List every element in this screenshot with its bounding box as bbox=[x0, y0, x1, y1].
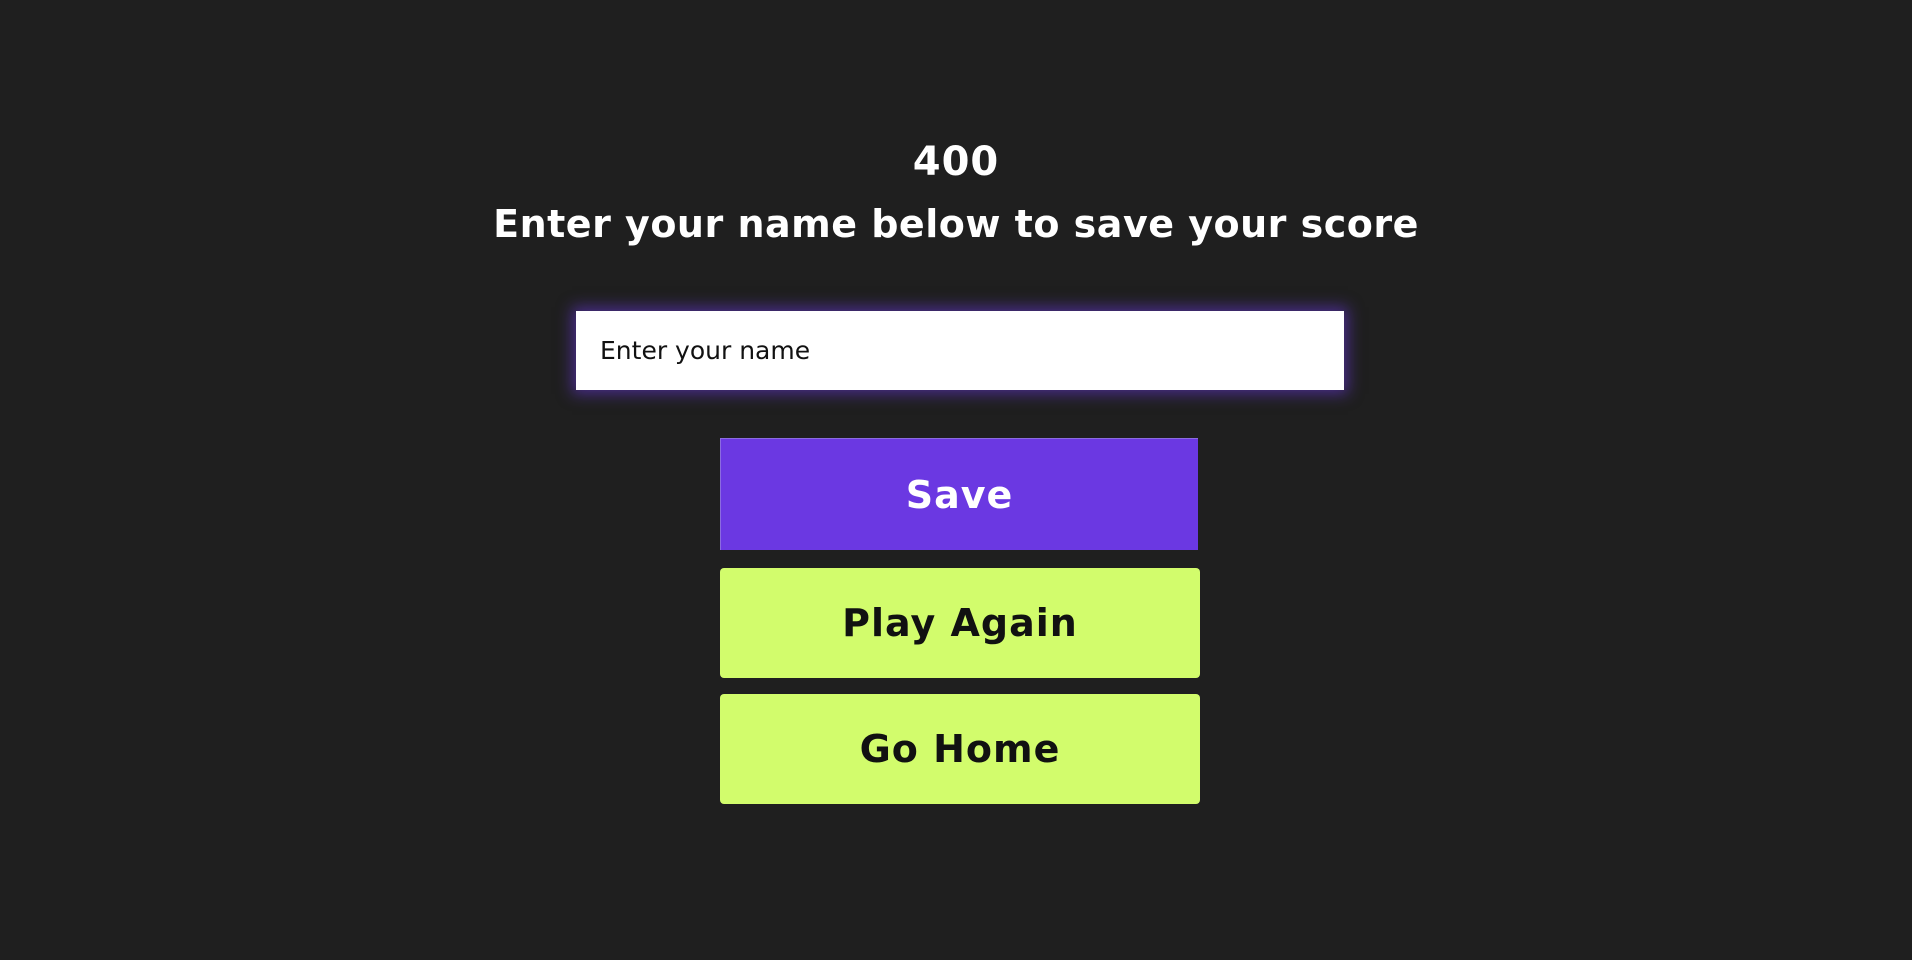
play-again-button[interactable]: Play Again bbox=[720, 568, 1200, 678]
go-home-button[interactable]: Go Home bbox=[720, 694, 1200, 804]
save-score-screen: 400 Enter your name below to save your s… bbox=[0, 0, 1912, 960]
final-score: 400 bbox=[912, 139, 1000, 185]
save-score-button[interactable]: Save bbox=[720, 438, 1198, 550]
username-input[interactable] bbox=[576, 311, 1344, 390]
save-score-prompt: Enter your name below to save your score bbox=[493, 202, 1419, 246]
